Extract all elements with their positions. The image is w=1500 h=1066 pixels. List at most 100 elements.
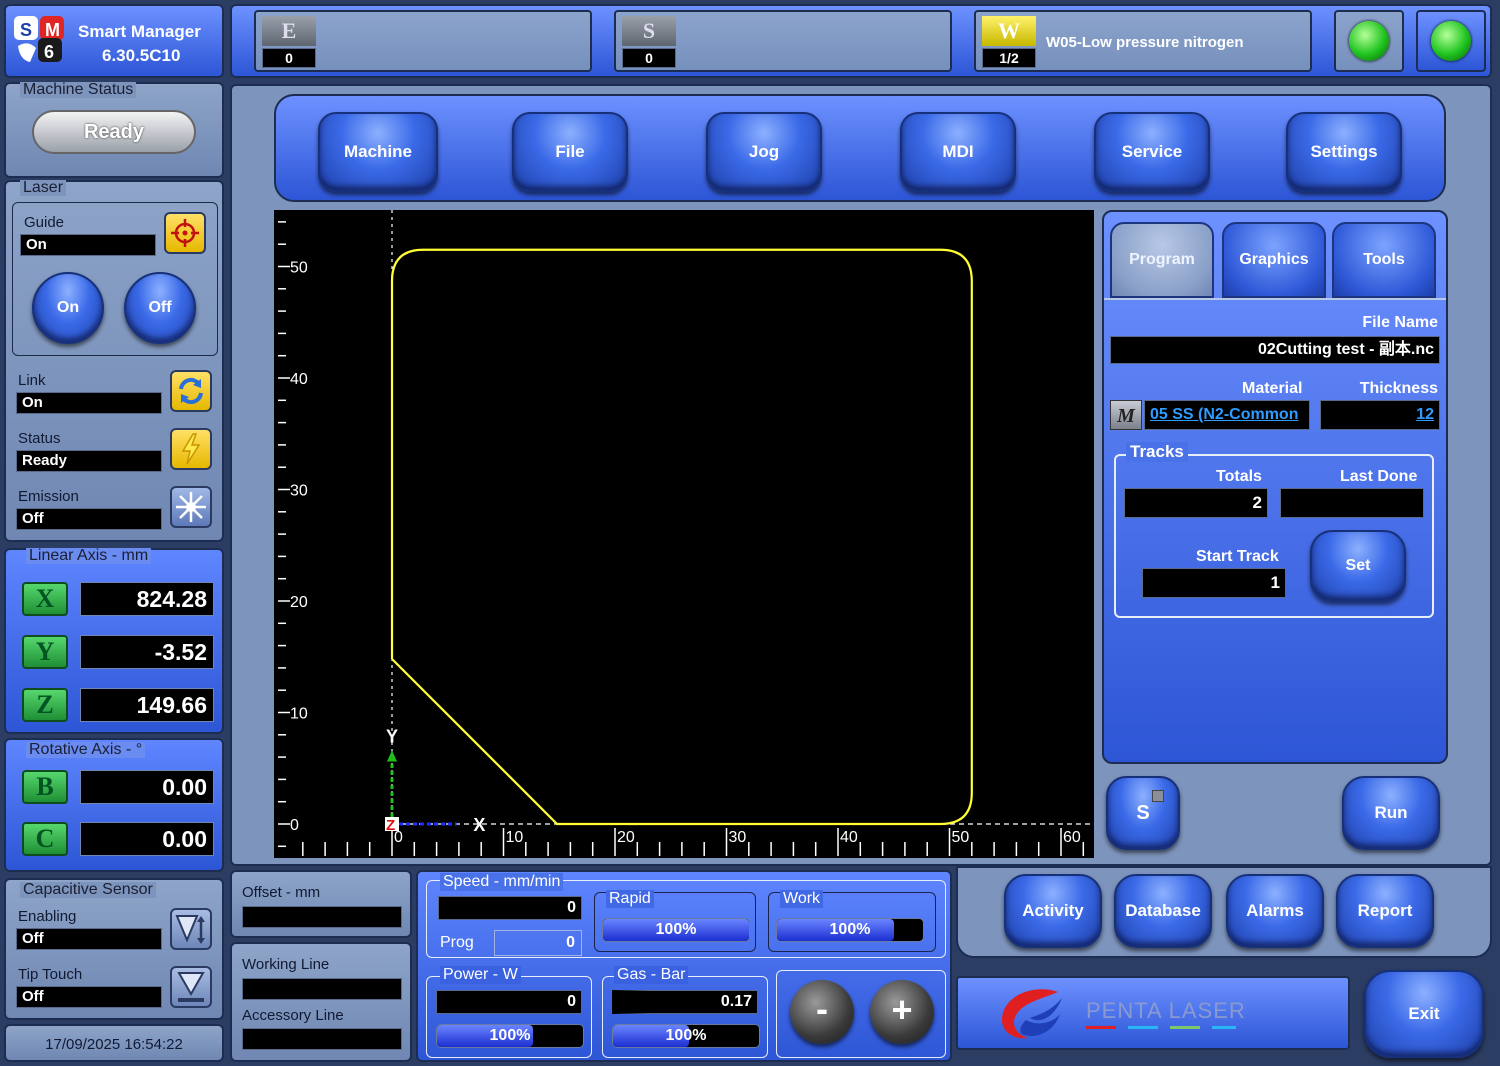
led-1-box	[1334, 10, 1404, 72]
main-area: Machine File Jog MDI Service Settings 0 1…	[230, 84, 1492, 866]
x-axis-value: 824.28	[80, 582, 214, 616]
nav-file-button[interactable]: File	[512, 112, 628, 192]
status-count: 0	[622, 48, 676, 68]
nav-mdi-button[interactable]: MDI	[900, 112, 1016, 192]
y-axis-badge: Y	[22, 635, 68, 669]
report-button[interactable]: Report	[1336, 874, 1434, 948]
warning-message: W05-Low pressure nitrogen	[1046, 34, 1244, 51]
exit-button[interactable]: Exit	[1364, 970, 1484, 1058]
x-axis-badge: X	[22, 582, 68, 616]
work-override-bar[interactable]: 100%	[776, 918, 924, 942]
totals-value: 2	[1124, 488, 1268, 518]
thickness-value[interactable]: 12	[1320, 400, 1440, 430]
tab-program[interactable]: Program	[1110, 222, 1214, 298]
guide-off-button[interactable]: Off	[124, 272, 196, 344]
y-tick-label: 10	[290, 706, 308, 723]
gas-override-bar[interactable]: 100%	[612, 1024, 760, 1048]
database-button[interactable]: Database	[1114, 874, 1212, 948]
sensor-enable-icon[interactable]	[170, 908, 212, 950]
y-tick-label: 30	[290, 483, 308, 500]
emission-burst-icon	[170, 486, 212, 528]
decrease-button[interactable]: -	[790, 980, 854, 1044]
z-axis-label: Z	[386, 817, 395, 834]
c-axis-value: 0.00	[80, 822, 214, 856]
logo-letter-s: S	[20, 20, 32, 40]
rotative-axis-caption: Rotative Axis - °	[26, 742, 146, 758]
laser-panel: Laser Guide On On Off Link On Status Rea…	[4, 180, 224, 542]
led-2-box	[1416, 10, 1486, 72]
warning-message-box[interactable]: W 1/2 W05-Low pressure nitrogen	[974, 10, 1312, 72]
c-axis-badge: C	[22, 822, 68, 856]
prog-label: Prog	[440, 934, 474, 951]
brand-underline	[1086, 1026, 1236, 1029]
error-message-box: E 0	[254, 10, 592, 72]
datetime: 17/09/2025 16:54:22	[45, 1036, 183, 1053]
emission-value: Off	[16, 508, 162, 530]
laser-caption: Laser	[20, 180, 67, 196]
link-label: Link	[18, 372, 46, 389]
rapid-caption: Rapid	[606, 890, 654, 908]
step-square-icon	[1152, 790, 1164, 802]
b-axis-value: 0.00	[80, 770, 214, 804]
tab-tools[interactable]: Tools	[1332, 222, 1436, 298]
tip-touch-icon[interactable]	[170, 966, 212, 1008]
speed-value: 0	[438, 896, 582, 920]
nav-machine-button[interactable]: Machine	[318, 112, 438, 192]
brand-name: PENTA LASER	[1086, 998, 1246, 1023]
toolpath-graphics-canvas[interactable]: 0 10 20 30 40 50 0 10 20 30 40 50 60 X Y Z	[274, 210, 1094, 858]
working-line-label: Working Line	[242, 956, 330, 973]
thickness-label: Thickness	[1359, 380, 1438, 397]
laser-status-label: Status	[18, 430, 61, 447]
machine-status-indicator: Ready	[32, 110, 196, 154]
speed-caption: Speed - mm/min	[440, 873, 564, 891]
link-value: On	[16, 392, 162, 414]
z-axis-value: 149.66	[80, 688, 214, 722]
start-track-value[interactable]: 1	[1142, 568, 1286, 598]
app-info-panel: S M 6 Smart Manager 6.30.5C10	[4, 4, 224, 78]
tab-graphics[interactable]: Graphics	[1222, 222, 1326, 298]
material-label: Material	[1242, 380, 1303, 397]
capacitive-sensor-panel: Capacitive Sensor Enabling Off Tip Touch…	[4, 878, 224, 1020]
nav-service-button[interactable]: Service	[1094, 112, 1210, 192]
enabling-value: Off	[16, 928, 162, 950]
nav-jog-button[interactable]: Jog	[706, 112, 822, 192]
logo-letter-6: 6	[44, 42, 54, 62]
x-tick-label: 0	[394, 829, 403, 846]
status-led-2	[1431, 21, 1471, 61]
toolpath-contour	[390, 248, 973, 826]
totals-label: Totals	[1216, 468, 1262, 485]
s-step-button[interactable]: S	[1106, 776, 1180, 850]
work-override-value: 100%	[829, 921, 871, 938]
link-sync-icon	[170, 370, 212, 412]
b-axis-badge: B	[22, 770, 68, 804]
power-override-bar[interactable]: 100%	[436, 1024, 584, 1048]
run-button[interactable]: Run	[1342, 776, 1440, 850]
status-letter: S	[622, 16, 676, 46]
status-led-1	[1349, 21, 1389, 61]
guide-on-button[interactable]: On	[32, 272, 104, 344]
gas-value: 0.17	[612, 990, 758, 1014]
material-icon[interactable]: M	[1110, 400, 1142, 430]
x-tick-label: 20	[617, 829, 635, 846]
bottom-actions-panel: Activity Database Alarms Report	[956, 866, 1492, 958]
brand-panel: PENTA LASER	[956, 976, 1350, 1050]
power-caption: Power - W	[440, 966, 521, 984]
alarms-button[interactable]: Alarms	[1226, 874, 1324, 948]
guide-target-icon[interactable]	[164, 212, 206, 254]
tip-touch-value: Off	[16, 986, 162, 1008]
y-axis-label: Y	[386, 727, 398, 747]
s-step-label: S	[1136, 801, 1150, 824]
linear-axis-panel: Linear Axis - mm X 824.28 Y -3.52 Z 149.…	[4, 548, 224, 734]
material-value[interactable]: 05 SS (N2-Common	[1144, 400, 1310, 430]
process-params-panel: Speed - mm/min 0 Prog 0 Rapid 100% Work …	[416, 870, 952, 1062]
set-start-track-button[interactable]: Set	[1310, 530, 1406, 602]
prog-value: 0	[494, 930, 582, 956]
rapid-override-bar[interactable]: 100%	[602, 918, 750, 942]
warning-letter: W	[982, 16, 1036, 46]
y-tick-label: 20	[290, 594, 308, 611]
linear-axis-caption: Linear Axis - mm	[26, 548, 152, 564]
increase-button[interactable]: +	[870, 980, 934, 1044]
last-done-label: Last Done	[1340, 468, 1418, 485]
nav-settings-button[interactable]: Settings	[1286, 112, 1402, 192]
activity-button[interactable]: Activity	[1004, 874, 1102, 948]
